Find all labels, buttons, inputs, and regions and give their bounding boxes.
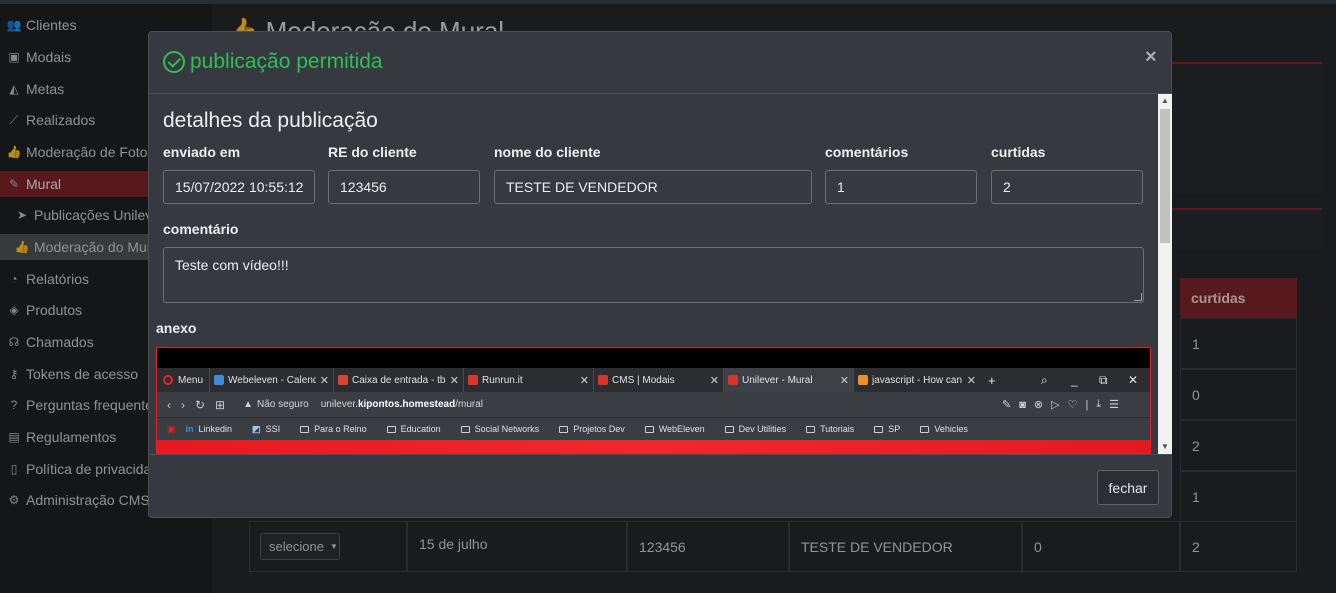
- bookmark-label: Para o Reino: [314, 424, 367, 434]
- bookmark-label: SP: [888, 424, 901, 434]
- modal-scrollbar[interactable]: ▲ ▼: [1158, 94, 1172, 454]
- calendar-favicon-icon: [214, 375, 225, 385]
- comment-textarea[interactable]: Teste com vídeo!!!: [163, 247, 1144, 303]
- comments-label: comentários: [825, 144, 909, 160]
- resize-grip-icon[interactable]: [1134, 293, 1142, 301]
- publication-modal: publicação permitida × detalhes da publi…: [148, 31, 1172, 518]
- close-button[interactable]: fechar: [1097, 470, 1159, 505]
- runrun-favicon-icon: [468, 375, 479, 385]
- likes-label: curtidas: [991, 144, 1046, 160]
- modal-header: publicação permitida ×: [149, 32, 1171, 94]
- url-path: /mural: [455, 399, 484, 410]
- name-field[interactable]: TESTE DE VENDEDOR: [494, 170, 812, 204]
- not-secure-label: Não seguro: [257, 399, 309, 410]
- browser-toolbar-icons: ✎ ◙ ⊗ ▷ ♡ | ⤓ ☰: [1002, 398, 1120, 411]
- bookmark-label: WebEleven: [658, 424, 705, 434]
- close-icon: ✕: [449, 374, 460, 387]
- bookmark-ssi: ◩ SSI: [252, 423, 281, 435]
- bookmark-folder: Tutoriais: [806, 424, 864, 434]
- bookmark-folder: Social Networks: [460, 424, 550, 434]
- bookmark-label: Social Networks: [474, 424, 540, 434]
- browser-tab-label: Webeleven - Calendar: [228, 374, 316, 386]
- opera-logo-icon: [163, 375, 173, 385]
- bookmark-folder: Vehicles: [920, 424, 978, 434]
- bookmark-label: Dev Utilities: [738, 424, 787, 434]
- close-icon[interactable]: ×: [1145, 46, 1157, 69]
- comment-label: comentário: [163, 221, 239, 237]
- browser-tab-active: Unilever - Mural ✕: [723, 368, 854, 392]
- search-icon: ⌕: [1041, 372, 1048, 387]
- check-circle-icon: [163, 51, 185, 73]
- browser-page-content: [157, 440, 1150, 453]
- bookmark-label: Linkedin: [198, 424, 233, 434]
- close-icon: ✕: [579, 374, 590, 387]
- comments-field[interactable]: 1: [825, 170, 977, 204]
- close-icon: ✕: [709, 374, 720, 387]
- modal-title: publicação permitida: [190, 50, 383, 73]
- modal-footer: fechar: [149, 454, 1171, 517]
- browser-tab-label: CMS | Modais: [612, 374, 675, 386]
- section-title: detalhes da publicação: [163, 109, 378, 132]
- name-label: nome do cliente: [494, 144, 601, 160]
- navigation-icons: ‹ › ↻ ⊞: [167, 397, 226, 412]
- browser-menu-label: Menu: [178, 374, 204, 386]
- re-field[interactable]: 123456: [328, 170, 480, 204]
- bookmark-label: Projetos Dev: [573, 424, 625, 434]
- sent-field[interactable]: 15/07/2022 10:55:12: [163, 170, 315, 204]
- browser-tab-label: Unilever - Mural: [742, 374, 813, 386]
- close-window-icon: ✕: [1128, 373, 1139, 387]
- close-icon: ✕: [319, 374, 330, 387]
- restore-icon: ⧉: [1099, 372, 1108, 387]
- bookmark-folder: Projetos Dev: [559, 424, 635, 434]
- url-text: unilever.kipontos.homestead/mural: [321, 399, 483, 410]
- scroll-down-icon[interactable]: ▼: [1158, 440, 1172, 454]
- bookmark-label: SSI: [265, 424, 281, 434]
- bookmark-label: Tutoriais: [820, 424, 855, 434]
- browser-tab-label: Runrun.it: [482, 374, 523, 386]
- warning-icon: ▲: [243, 399, 254, 410]
- attachment-label: anexo: [156, 320, 197, 336]
- new-tab-icon: +: [988, 372, 996, 388]
- browser-tab-label: javascript - How can I s: [872, 374, 963, 386]
- bookmark-folder: Education: [386, 424, 451, 434]
- comment-text: Teste com vídeo!!!: [175, 257, 289, 273]
- scroll-up-icon[interactable]: ▲: [1158, 94, 1172, 108]
- bookmark-linkedin: in Linkedin: [185, 424, 233, 434]
- cms-favicon-icon: [598, 375, 609, 385]
- scrollbar-thumb[interactable]: [1160, 109, 1170, 243]
- minimize-icon: _: [1071, 373, 1078, 387]
- browser-menu: Menu: [157, 368, 209, 392]
- bookmark-folder: Dev Utilities: [724, 424, 797, 434]
- url-prefix: unilever.: [320, 399, 358, 410]
- modal-body[interactable]: detalhes da publicação enviado em 15/07/…: [149, 94, 1171, 454]
- bookmark-label: Education: [400, 424, 441, 434]
- browser-tab: Runrun.it ✕: [463, 368, 593, 392]
- bookmark-label: Vehicles: [934, 424, 968, 434]
- browser-tab-bar: Menu Webeleven - Calendar✕ Caixa de entr…: [157, 368, 1150, 392]
- close-icon: ✕: [839, 374, 850, 387]
- browser-tab: javascript - How can I s✕: [853, 368, 980, 392]
- attachment-image[interactable]: Menu Webeleven - Calendar✕ Caixa de entr…: [156, 347, 1151, 454]
- bookmark-folder: Para o Reino: [300, 424, 377, 434]
- stackoverflow-favicon-icon: [858, 375, 869, 385]
- extension-icon: ▣: [167, 423, 176, 434]
- browser-tab-label: Caixa de entrada - tbar: [352, 374, 446, 386]
- likes-field[interactable]: 2: [991, 170, 1143, 204]
- browser-tab: CMS | Modais ✕: [593, 368, 723, 392]
- re-label: RE do cliente: [328, 144, 417, 160]
- bookmark-folder: SP: [874, 424, 910, 434]
- browser-tab: Webeleven - Calendar✕: [209, 368, 333, 392]
- gmail-favicon-icon: [338, 375, 349, 385]
- bookmark-folder: WebEleven: [644, 424, 715, 434]
- unilever-favicon-icon: [728, 375, 739, 385]
- bookmarks-bar: ▣ in Linkedin ◩ SSI Para o Reino Education…: [157, 417, 1150, 440]
- close-icon: ✕: [966, 374, 977, 387]
- browser-tab: Caixa de entrada - tbar ✕: [333, 368, 463, 392]
- sent-label: enviado em: [163, 144, 241, 160]
- url-domain: kipontos.homestead: [357, 399, 456, 410]
- browser-address-bar: ‹ › ↻ ⊞ ▲ Não seguro unilever.kipontos.h…: [157, 392, 1150, 417]
